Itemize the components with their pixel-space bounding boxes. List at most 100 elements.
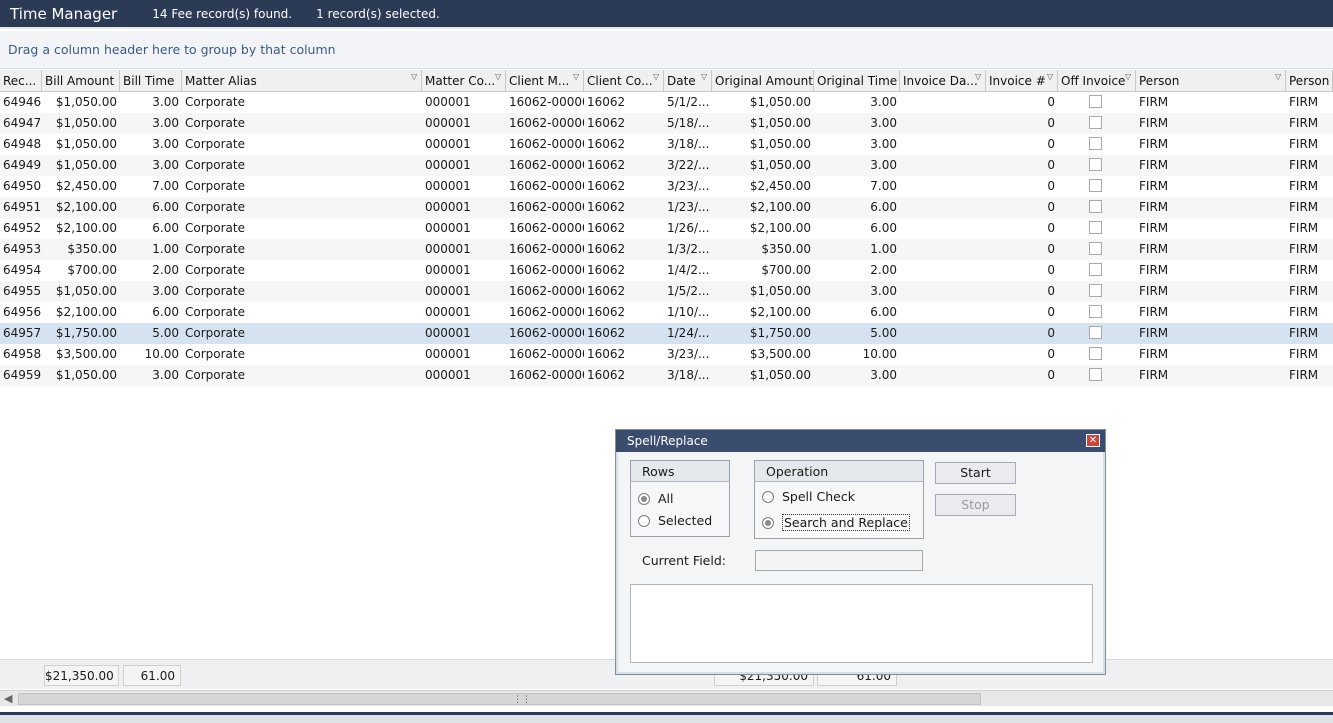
rows-selected-option[interactable]: Selected bbox=[638, 513, 712, 528]
cell-client-m[interactable]: 16062-000001 bbox=[506, 155, 584, 176]
rows-selected-radio[interactable] bbox=[638, 514, 650, 527]
cell-invoice-date[interactable] bbox=[900, 155, 986, 176]
cell-invoice-date[interactable] bbox=[900, 344, 986, 365]
column-header-person2[interactable]: Person bbox=[1286, 70, 1333, 92]
cell-bill-amount[interactable]: $1,050.00 bbox=[42, 92, 120, 113]
cell-matter-alias[interactable]: Corporate bbox=[182, 281, 422, 302]
cell-date[interactable]: 5/1/2... bbox=[664, 92, 712, 113]
cell-bill-amount[interactable]: $2,100.00 bbox=[42, 197, 120, 218]
cell-person2[interactable]: FIRM bbox=[1286, 365, 1333, 386]
off-invoice-checkbox[interactable] bbox=[1089, 95, 1102, 108]
cell-bill-amount[interactable]: $350.00 bbox=[42, 239, 120, 260]
spell-check-radio[interactable] bbox=[762, 490, 774, 503]
cell-person2[interactable]: FIRM bbox=[1286, 239, 1333, 260]
cell-client-m[interactable]: 16062-000001 bbox=[506, 344, 584, 365]
cell-person2[interactable]: FIRM bbox=[1286, 344, 1333, 365]
cell-original-amount[interactable]: $1,050.00 bbox=[712, 281, 814, 302]
column-header-date[interactable]: Date bbox=[664, 70, 712, 92]
cell-rec[interactable]: 64953 bbox=[0, 239, 42, 260]
cell-matter-code[interactable]: 000001 bbox=[422, 365, 506, 386]
cell-invoice-no[interactable]: 0 bbox=[986, 365, 1058, 386]
cell-original-amount[interactable]: $2,450.00 bbox=[712, 176, 814, 197]
filter-icon[interactable] bbox=[653, 73, 661, 81]
cell-rec[interactable]: 64954 bbox=[0, 260, 42, 281]
cell-bill-time[interactable]: 6.00 bbox=[120, 218, 182, 239]
cell-person[interactable]: FIRM bbox=[1136, 155, 1286, 176]
filter-icon[interactable] bbox=[1047, 73, 1055, 81]
off-invoice-checkbox[interactable] bbox=[1089, 326, 1102, 339]
cell-person[interactable]: FIRM bbox=[1136, 218, 1286, 239]
cell-matter-alias[interactable]: Corporate bbox=[182, 323, 422, 344]
table-row[interactable]: 64948 $1,050.00 3.00 Corporate 000001 16062-0… bbox=[0, 134, 1333, 155]
table-row[interactable]: 64950 $2,450.00 7.00 Corporate 000001 16062-0… bbox=[0, 176, 1333, 197]
cell-invoice-date[interactable] bbox=[900, 113, 986, 134]
cell-invoice-date[interactable] bbox=[900, 218, 986, 239]
column-header-matter-code[interactable]: Matter Co... bbox=[422, 70, 506, 92]
cell-invoice-no[interactable]: 0 bbox=[986, 281, 1058, 302]
cell-rec[interactable]: 64952 bbox=[0, 218, 42, 239]
cell-original-amount[interactable]: $1,050.00 bbox=[712, 134, 814, 155]
cell-client-m[interactable]: 16062-000001 bbox=[506, 281, 584, 302]
table-row[interactable]: 64957 $1,750.00 5.00 Corporate 000001 16062-0… bbox=[0, 323, 1333, 344]
cell-bill-amount[interactable]: $2,100.00 bbox=[42, 218, 120, 239]
cell-matter-code[interactable]: 000001 bbox=[422, 113, 506, 134]
cell-bill-amount[interactable]: $2,450.00 bbox=[42, 176, 120, 197]
filter-icon[interactable] bbox=[975, 73, 983, 81]
column-header-invoice-no[interactable]: Invoice # bbox=[986, 70, 1058, 92]
column-header-rec[interactable]: Rec... bbox=[0, 70, 42, 92]
cell-bill-time[interactable]: 6.00 bbox=[120, 197, 182, 218]
cell-bill-time[interactable]: 2.00 bbox=[120, 260, 182, 281]
cell-client-m[interactable]: 16062-000001 bbox=[506, 176, 584, 197]
cell-matter-alias[interactable]: Corporate bbox=[182, 302, 422, 323]
column-header-original-time[interactable]: Original Time bbox=[814, 70, 900, 92]
cell-original-amount[interactable]: $2,100.00 bbox=[712, 197, 814, 218]
spell-check-option[interactable]: Spell Check bbox=[762, 489, 855, 504]
cell-bill-time[interactable]: 3.00 bbox=[120, 365, 182, 386]
cell-matter-alias[interactable]: Corporate bbox=[182, 155, 422, 176]
table-row[interactable]: 64953 $350.00 1.00 Corporate 000001 16062-000… bbox=[0, 239, 1333, 260]
cell-original-time[interactable]: 3.00 bbox=[814, 281, 900, 302]
cell-rec[interactable]: 64958 bbox=[0, 344, 42, 365]
cell-rec[interactable]: 64950 bbox=[0, 176, 42, 197]
column-header-bill-time[interactable]: Bill Time bbox=[120, 70, 182, 92]
cell-matter-alias[interactable]: Corporate bbox=[182, 134, 422, 155]
cell-matter-code[interactable]: 000001 bbox=[422, 281, 506, 302]
cell-client-co[interactable]: 16062 bbox=[584, 218, 664, 239]
cell-person2[interactable]: FIRM bbox=[1286, 218, 1333, 239]
table-row[interactable]: 64958 $3,500.00 10.00 Corporate 000001 16062-… bbox=[0, 344, 1333, 365]
cell-person[interactable]: FIRM bbox=[1136, 344, 1286, 365]
cell-original-time[interactable]: 10.00 bbox=[814, 344, 900, 365]
cell-rec[interactable]: 64957 bbox=[0, 323, 42, 344]
cell-person2[interactable]: FIRM bbox=[1286, 323, 1333, 344]
cell-client-m[interactable]: 16062-000001 bbox=[506, 239, 584, 260]
cell-invoice-no[interactable]: 0 bbox=[986, 92, 1058, 113]
filter-icon[interactable] bbox=[1275, 73, 1283, 81]
cell-client-co[interactable]: 16062 bbox=[584, 281, 664, 302]
scroll-left-icon[interactable]: ◀ bbox=[4, 692, 12, 705]
cell-date[interactable]: 1/5/2... bbox=[664, 281, 712, 302]
cell-matter-alias[interactable]: Corporate bbox=[182, 344, 422, 365]
table-row[interactable]: 64959 $1,050.00 3.00 Corporate 000001 16062-0… bbox=[0, 365, 1333, 386]
cell-matter-code[interactable]: 000001 bbox=[422, 197, 506, 218]
cell-original-time[interactable]: 3.00 bbox=[814, 155, 900, 176]
cell-original-time[interactable]: 1.00 bbox=[814, 239, 900, 260]
cell-date[interactable]: 1/10/... bbox=[664, 302, 712, 323]
cell-original-time[interactable]: 5.00 bbox=[814, 323, 900, 344]
filter-icon[interactable] bbox=[411, 73, 419, 81]
cell-client-co[interactable]: 16062 bbox=[584, 365, 664, 386]
cell-rec[interactable]: 64956 bbox=[0, 302, 42, 323]
cell-invoice-date[interactable] bbox=[900, 197, 986, 218]
scroll-thumb[interactable]: ⋮⋮ bbox=[18, 693, 981, 705]
off-invoice-checkbox[interactable] bbox=[1089, 221, 1102, 234]
cell-bill-amount[interactable]: $700.00 bbox=[42, 260, 120, 281]
cell-client-m[interactable]: 16062-000001 bbox=[506, 218, 584, 239]
off-invoice-checkbox[interactable] bbox=[1089, 305, 1102, 318]
cell-rec[interactable]: 64955 bbox=[0, 281, 42, 302]
rows-all-option[interactable]: All bbox=[638, 491, 674, 506]
column-header-person[interactable]: Person bbox=[1136, 70, 1286, 92]
cell-matter-alias[interactable]: Corporate bbox=[182, 239, 422, 260]
horizontal-scrollbar[interactable]: ◀ ⋮⋮ bbox=[0, 690, 1333, 706]
cell-invoice-no[interactable]: 0 bbox=[986, 113, 1058, 134]
cell-matter-code[interactable]: 000001 bbox=[422, 134, 506, 155]
cell-original-amount[interactable]: $1,050.00 bbox=[712, 365, 814, 386]
